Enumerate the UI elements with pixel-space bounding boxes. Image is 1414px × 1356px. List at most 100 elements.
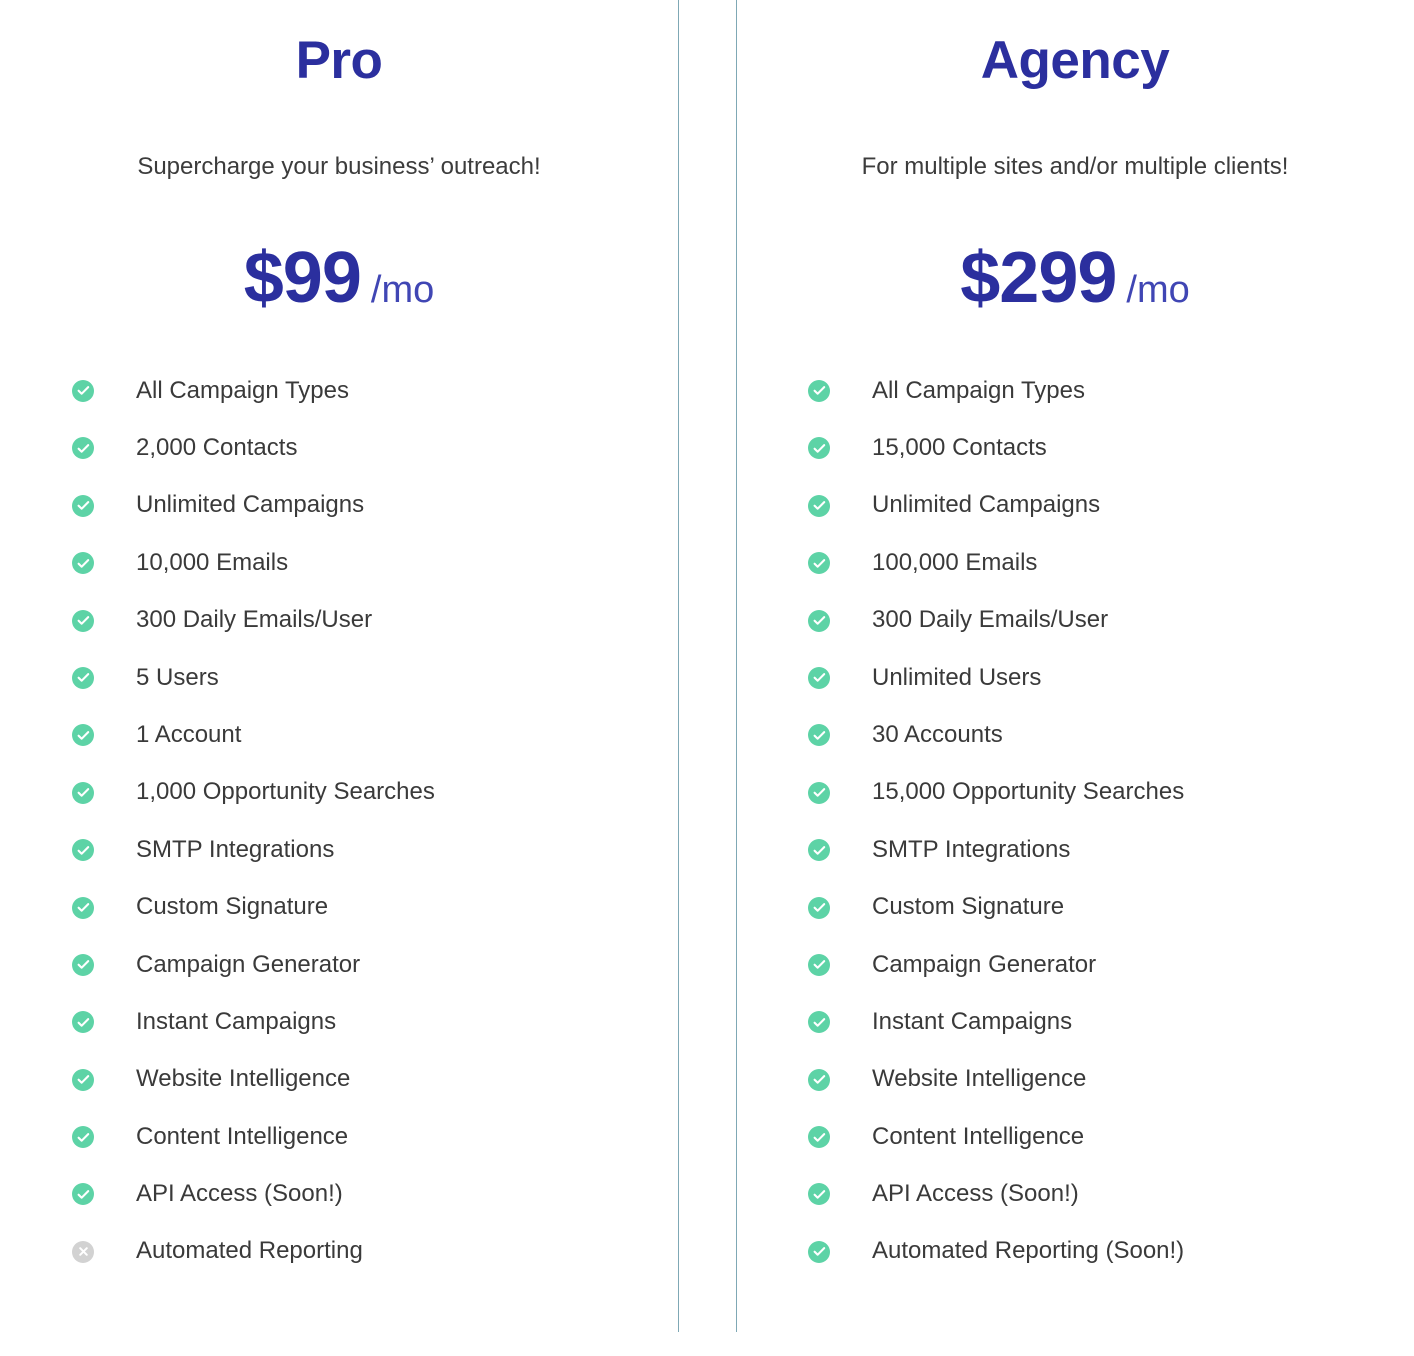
check-circle-icon bbox=[808, 953, 830, 976]
feature-item: 2,000 Contacts bbox=[72, 420, 678, 477]
feature-item: Custom Signature bbox=[808, 879, 1414, 936]
check-circle-icon bbox=[808, 609, 830, 632]
check-circle-icon bbox=[808, 1183, 830, 1206]
feature-label: Website Intelligence bbox=[872, 1065, 1087, 1093]
check-circle-icon bbox=[72, 1183, 94, 1206]
feature-list-agency: All Campaign Types 15,000 Contacts Unlimit… bbox=[736, 319, 1414, 1280]
feature-label: Campaign Generator bbox=[872, 950, 1097, 978]
check-circle-icon bbox=[808, 552, 830, 575]
feature-label: 1,000 Opportunity Searches bbox=[136, 778, 435, 806]
check-circle-icon bbox=[72, 494, 94, 517]
check-circle-icon bbox=[72, 724, 94, 747]
check-circle-icon bbox=[808, 839, 830, 862]
check-circle-icon bbox=[72, 896, 94, 919]
feature-label: 10,000 Emails bbox=[136, 548, 289, 576]
feature-item: SMTP Integrations bbox=[72, 821, 678, 878]
check-circle-icon bbox=[72, 781, 94, 804]
feature-item: Content Intelligence bbox=[808, 1108, 1414, 1165]
check-circle-icon bbox=[808, 666, 830, 689]
feature-list-pro: All Campaign Types 2,000 Contacts Unlimite… bbox=[0, 319, 678, 1280]
check-circle-icon bbox=[808, 437, 830, 460]
feature-item: SMTP Integrations bbox=[808, 821, 1414, 878]
check-circle-icon bbox=[72, 1068, 94, 1091]
plan-period-agency: /mo bbox=[1126, 269, 1190, 312]
feature-item: All Campaign Types bbox=[72, 362, 678, 419]
plan-tagline-pro: Supercharge your business’ outreach! bbox=[137, 153, 541, 181]
feature-label: Custom Signature bbox=[136, 893, 329, 921]
feature-item: 15,000 Opportunity Searches bbox=[808, 764, 1414, 821]
feature-label: 100,000 Emails bbox=[872, 548, 1038, 576]
feature-item: Automated Reporting bbox=[72, 1223, 678, 1280]
feature-item: Automated Reporting (Soon!) bbox=[808, 1223, 1414, 1280]
feature-item: API Access (Soon!) bbox=[72, 1166, 678, 1223]
check-circle-icon bbox=[808, 724, 830, 747]
feature-item: Instant Campaigns bbox=[72, 994, 678, 1051]
feature-label: All Campaign Types bbox=[136, 376, 349, 404]
feature-label: 5 Users bbox=[136, 663, 219, 691]
feature-label: 1 Account bbox=[136, 720, 242, 748]
plan-price-agency: $299 bbox=[960, 238, 1117, 319]
plan-columns: Pro Supercharge your business’ outreach!… bbox=[0, 0, 1414, 1281]
feature-item: 5 Users bbox=[72, 649, 678, 706]
plan-price-row-pro: $99/mo bbox=[0, 182, 678, 319]
check-circle-icon bbox=[72, 552, 94, 575]
feature-item: Unlimited Users bbox=[808, 649, 1414, 706]
feature-label: 300 Daily Emails/User bbox=[136, 606, 373, 634]
plan-period-pro: /mo bbox=[370, 269, 435, 312]
feature-label: 30 Accounts bbox=[872, 720, 1003, 748]
feature-item: Website Intelligence bbox=[808, 1051, 1414, 1108]
check-circle-icon bbox=[72, 609, 94, 632]
feature-label: Custom Signature bbox=[872, 893, 1065, 921]
check-circle-icon bbox=[72, 666, 94, 689]
feature-label: Instant Campaigns bbox=[872, 1007, 1073, 1035]
feature-label: Instant Campaigns bbox=[136, 1007, 337, 1035]
feature-label: API Access (Soon!) bbox=[872, 1180, 1079, 1208]
feature-item: Content Intelligence bbox=[72, 1108, 678, 1165]
check-circle-icon bbox=[72, 379, 94, 402]
feature-label: Content Intelligence bbox=[136, 1122, 349, 1150]
check-circle-icon bbox=[72, 839, 94, 862]
feature-label: Content Intelligence bbox=[872, 1122, 1085, 1150]
feature-item: Website Intelligence bbox=[72, 1051, 678, 1108]
check-circle-icon bbox=[72, 437, 94, 460]
check-circle-icon bbox=[808, 1240, 830, 1263]
check-circle-icon bbox=[72, 1011, 94, 1034]
plan-tagline-agency: For multiple sites and/or multiple clien… bbox=[861, 153, 1289, 181]
feature-item: Unlimited Campaigns bbox=[72, 477, 678, 534]
plan-title-pro: Pro bbox=[295, 31, 383, 90]
feature-item: Unlimited Campaigns bbox=[808, 477, 1414, 534]
feature-label: API Access (Soon!) bbox=[136, 1180, 343, 1208]
plan-title-agency: Agency bbox=[980, 31, 1170, 90]
feature-label: Automated Reporting bbox=[136, 1237, 363, 1265]
feature-label: SMTP Integrations bbox=[872, 835, 1071, 863]
feature-item: Campaign Generator bbox=[808, 936, 1414, 993]
feature-label: All Campaign Types bbox=[872, 376, 1085, 404]
feature-item: 10,000 Emails bbox=[72, 534, 678, 591]
feature-label: SMTP Integrations bbox=[136, 835, 335, 863]
check-circle-icon bbox=[808, 896, 830, 919]
check-circle-icon bbox=[808, 1068, 830, 1091]
plan-card-pro: Pro Supercharge your business’ outreach!… bbox=[0, 0, 678, 1281]
plan-price-pro: $99 bbox=[243, 238, 362, 319]
feature-item: All Campaign Types bbox=[808, 362, 1414, 419]
feature-label: 15,000 Opportunity Searches bbox=[872, 778, 1185, 806]
feature-item: Custom Signature bbox=[72, 879, 678, 936]
check-circle-icon bbox=[808, 1011, 830, 1034]
feature-label: 2,000 Contacts bbox=[136, 433, 298, 461]
plan-card-agency: Agency For multiple sites and/or multipl… bbox=[736, 0, 1414, 1281]
check-circle-icon bbox=[808, 781, 830, 804]
cross-circle-icon bbox=[72, 1240, 94, 1263]
check-circle-icon bbox=[808, 1126, 830, 1149]
feature-label: Automated Reporting (Soon!) bbox=[872, 1237, 1185, 1265]
check-circle-icon bbox=[808, 494, 830, 517]
feature-item: Instant Campaigns bbox=[808, 994, 1414, 1051]
feature-label: Unlimited Users bbox=[872, 663, 1042, 691]
feature-label: Campaign Generator bbox=[136, 950, 361, 978]
feature-label: Unlimited Campaigns bbox=[136, 491, 365, 519]
feature-item: 1,000 Opportunity Searches bbox=[72, 764, 678, 821]
feature-item: 15,000 Contacts bbox=[808, 420, 1414, 477]
check-circle-icon bbox=[72, 953, 94, 976]
feature-item: 1 Account bbox=[72, 707, 678, 764]
feature-label: Website Intelligence bbox=[136, 1065, 351, 1093]
plan-price-row-agency: $299/mo bbox=[736, 182, 1414, 319]
